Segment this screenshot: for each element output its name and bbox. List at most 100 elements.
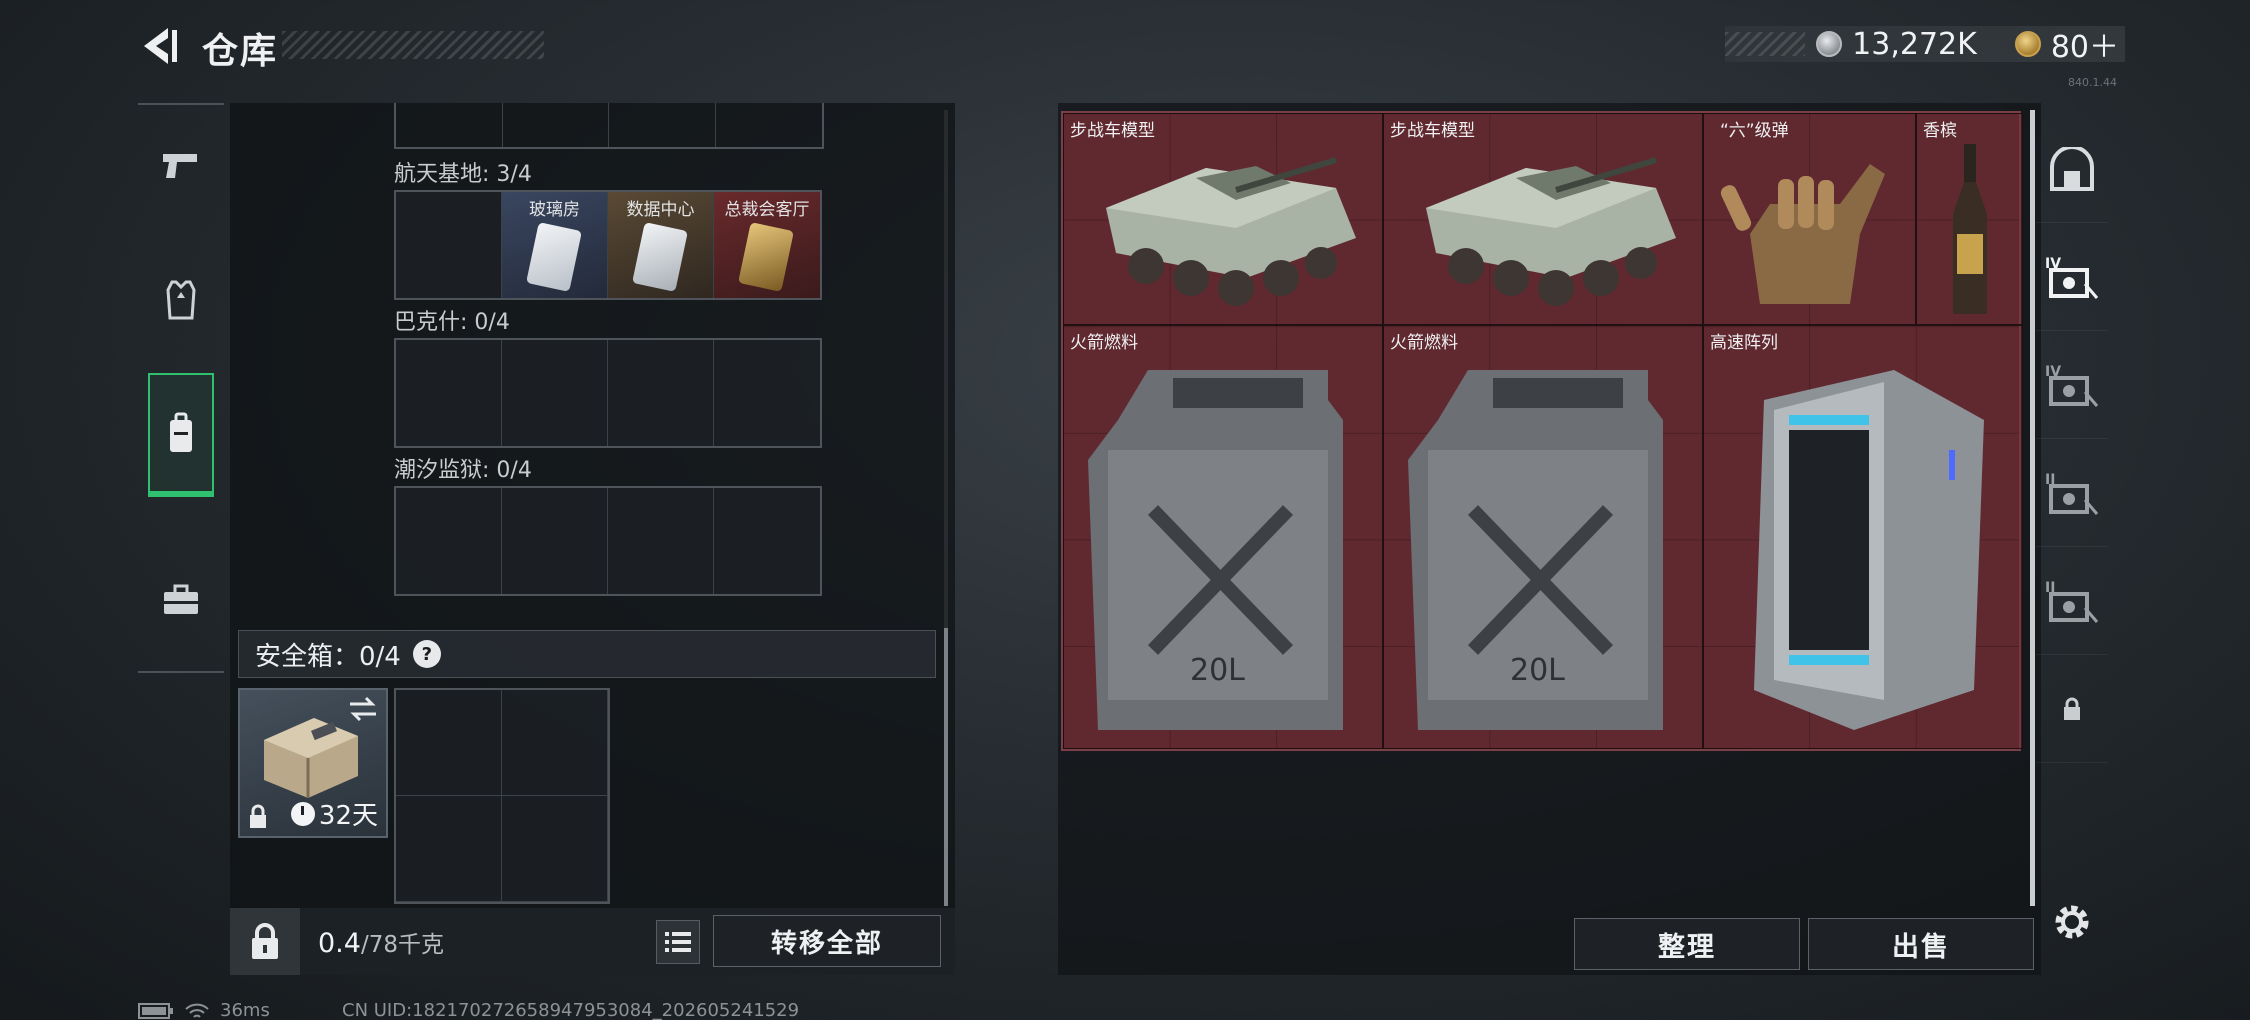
stash-item[interactable]: 高速阵列 — [1703, 325, 2023, 749]
keycard-slot-empty[interactable] — [396, 488, 502, 594]
keycard-slot-label: 数据中心 — [626, 200, 695, 220]
lock-icon — [2064, 697, 2080, 720]
stash-tab-5[interactable]: II — [2036, 547, 2108, 655]
stash-tab-3[interactable]: IV — [2036, 331, 2108, 439]
keycard-icon — [526, 222, 582, 292]
keycard-slot-label: 玻璃房 — [529, 200, 580, 220]
keycard-slot[interactable]: 玻璃房 — [502, 192, 608, 298]
ping-text: 36ms — [220, 1000, 270, 1020]
silver-coin-icon — [1816, 31, 1843, 57]
safe-slot-empty[interactable] — [396, 690, 502, 796]
inventory-bottom-bar: 0.4/78千克 转移全部 — [230, 908, 955, 975]
stash-item[interactable]: 火箭燃料 20L — [1383, 325, 1703, 749]
keycard-group-label: 潮汐监狱: 0/4 — [394, 458, 532, 483]
wifi-icon — [185, 1003, 209, 1018]
currency-stripes-decoration — [1725, 32, 1805, 56]
safe-case-slot[interactable]: 32天 — [238, 688, 388, 838]
safe-slot-empty[interactable] — [396, 796, 502, 902]
vest-icon — [166, 280, 196, 320]
tab-armor[interactable] — [138, 240, 224, 360]
help-icon[interactable]: ? — [412, 640, 441, 668]
keycard-grid-bakhsh — [394, 338, 822, 448]
tab-weapons[interactable] — [138, 105, 224, 225]
keycard-slot-empty[interactable] — [396, 192, 502, 298]
gold-currency-value[interactable]: 80＋ — [2051, 22, 2119, 66]
keycard-slot-empty[interactable] — [608, 488, 714, 594]
stash-item[interactable]: 步战车模型 — [1383, 113, 1703, 325]
ifv-model-icon — [1106, 157, 1356, 306]
page-title: 仓库 — [202, 31, 279, 72]
briefcase-icon — [164, 584, 198, 614]
stash-scrollbar[interactable] — [2030, 110, 2035, 906]
lock-icon — [250, 804, 266, 828]
tier-4-stash-icon: IV — [2045, 364, 2099, 407]
ifv-model-icon — [1426, 157, 1676, 306]
weight-max: /78千克 — [360, 931, 444, 958]
tab-case[interactable] — [138, 540, 224, 660]
stash-item[interactable]: 火箭燃料 20L — [1063, 325, 1383, 749]
keycard-icon — [632, 222, 688, 292]
list-icon — [665, 932, 691, 952]
tier-4-stash-icon: IV — [2045, 256, 2099, 299]
server-array-icon — [1754, 370, 1984, 730]
keycard-slot-empty[interactable] — [714, 488, 820, 594]
tier-2-stash-icon: II — [2045, 580, 2099, 623]
svg-text:20L: 20L — [1510, 653, 1565, 688]
bullet-hand-icon — [1720, 164, 1885, 304]
stash-item[interactable]: 步战车模型 — [1063, 113, 1383, 325]
swap-icon[interactable] — [348, 696, 378, 722]
gold-coin-icon — [2014, 31, 2041, 57]
safe-case-icon — [264, 718, 358, 798]
sort-button[interactable]: 整理 — [1574, 918, 1800, 970]
stash-item[interactable]: 香槟 — [1916, 113, 2023, 325]
stash-tab-4[interactable]: II — [2036, 439, 2108, 547]
status-bar: 36ms — [138, 1000, 270, 1020]
item-name: 香槟 — [1923, 121, 1957, 141]
weight-current: 0.4 — [318, 927, 361, 959]
tier-2-stash-icon: II — [2045, 472, 2099, 515]
champagne-bottle-icon — [1953, 144, 1987, 314]
item-name: 高速阵列 — [1710, 333, 1778, 353]
battery-icon — [138, 1002, 173, 1019]
keycard-group-label: 巴克什: 0/4 — [394, 310, 510, 335]
item-name: 火箭燃料 — [1390, 333, 1458, 353]
currency-display: 13,272K 80＋ — [1725, 26, 2125, 65]
keycard-slot[interactable]: 数据中心 — [608, 192, 714, 298]
keycard-slot[interactable]: 总裁会客厅 — [714, 192, 820, 298]
list-view-button[interactable] — [656, 920, 700, 964]
keycard-slot-empty[interactable] — [714, 340, 820, 446]
uid-text: CN UID:18217027265894795308​4_2026052415… — [342, 1000, 800, 1020]
inventory-scrollbar-thumb[interactable] — [944, 628, 948, 906]
safe-slot-empty[interactable] — [502, 796, 608, 902]
clock-icon — [290, 801, 315, 826]
safe-slot-empty[interactable] — [502, 690, 608, 796]
keycard-slot-label: 总裁会客厅 — [724, 200, 810, 220]
keycard-grid-tidal-prison — [394, 486, 822, 596]
item-name: 火箭燃料 — [1070, 333, 1138, 353]
svg-text:20L: 20L — [1190, 653, 1245, 688]
category-rail — [138, 103, 224, 673]
title-stripes-decoration — [282, 31, 544, 59]
stash-tab-locked[interactable] — [2036, 655, 2108, 763]
transfer-all-button[interactable]: 转移全部 — [713, 915, 941, 967]
stash-tab-1[interactable] — [2036, 115, 2108, 223]
pistol-icon — [163, 154, 197, 178]
stash-grid: 步战车模型 步战车模型 “六”级弹 香槟 火箭燃料 20L 火箭燃料 20L 高… — [1061, 111, 2023, 751]
tab-backpack[interactable] — [148, 373, 214, 497]
silver-currency-value: 13,272K — [1852, 26, 1977, 62]
expiry-days: 32天 — [318, 801, 378, 831]
padlock-icon — [252, 922, 278, 959]
keycard-slot-empty[interactable] — [502, 488, 608, 594]
keycard-slot-empty[interactable] — [608, 340, 714, 446]
keycard-slot-empty[interactable] — [396, 340, 502, 446]
gear-icon[interactable] — [2050, 900, 2094, 944]
keycard-grid-aerospace: 玻璃房 数据中心 总裁会客厅 — [394, 190, 822, 300]
back-arrow-icon[interactable] — [138, 24, 182, 68]
keycard-grid-partial — [394, 103, 824, 149]
house-icon — [2050, 146, 2094, 191]
lock-button[interactable] — [230, 908, 300, 975]
keycard-slot-empty[interactable] — [502, 340, 608, 446]
stash-item[interactable]: “六”级弹 — [1703, 113, 1916, 325]
stash-tab-2[interactable]: IV — [2036, 223, 2108, 331]
sell-button[interactable]: 出售 — [1808, 918, 2034, 970]
